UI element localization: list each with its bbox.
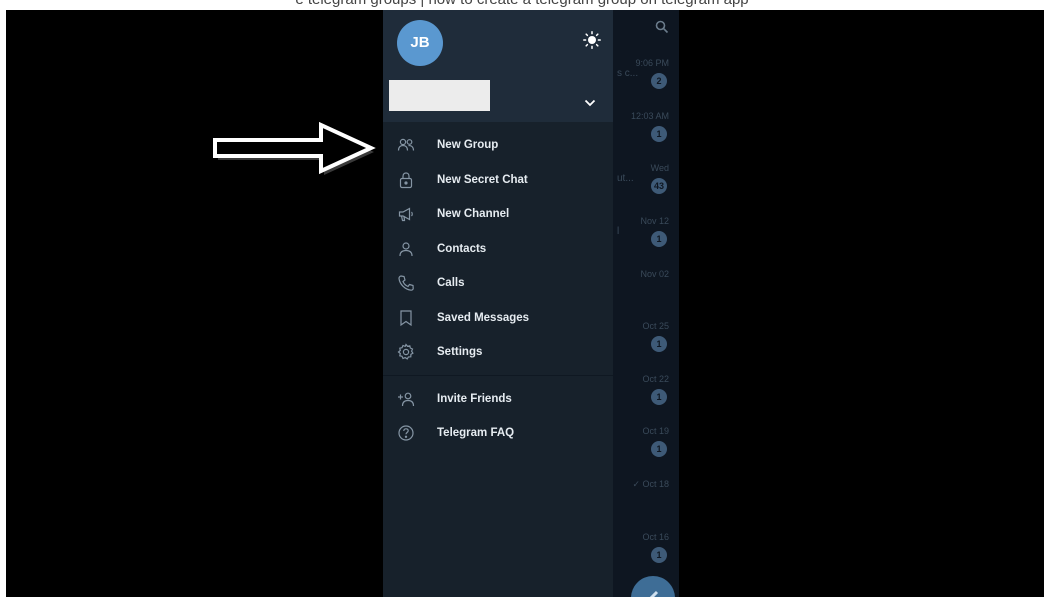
video-frame: 9:06 PM s c... 2 12:03 AM 1 Wed ut... 43… (6, 10, 1044, 597)
chat-time: Oct 25 (642, 321, 669, 331)
unread-badge: 1 (651, 547, 667, 563)
chat-row[interactable]: Oct 22 1 (613, 374, 679, 405)
redacted-account-name (389, 80, 490, 111)
chat-time: 9:06 PM (635, 58, 669, 68)
unread-badge: 2 (651, 73, 667, 89)
menu-item-telegram-faq[interactable]: Telegram FAQ (383, 416, 613, 451)
drawer-menu: New Group New Secret Chat New Channel Co… (383, 128, 613, 451)
menu-item-new-secret-chat[interactable]: New Secret Chat (383, 163, 613, 198)
unread-badge: 43 (651, 178, 667, 194)
menu-divider (383, 374, 613, 376)
unread-badge: 1 (651, 389, 667, 405)
chat-time: Nov 02 (640, 269, 669, 279)
person-icon (397, 240, 415, 258)
unread-badge: 1 (651, 441, 667, 457)
menu-item-new-channel[interactable]: New Channel (383, 197, 613, 232)
chat-row[interactable]: 12:03 AM 1 (613, 111, 679, 142)
unread-badge: 1 (651, 126, 667, 142)
chat-time: Oct 19 (642, 426, 669, 436)
menu-item-new-group[interactable]: New Group (383, 128, 613, 163)
menu-label: New Channel (437, 208, 510, 221)
chat-row[interactable]: Wed ut... 43 (613, 163, 679, 194)
menu-label: Settings (437, 346, 483, 359)
sun-icon[interactable] (583, 31, 601, 54)
megaphone-icon (397, 205, 415, 223)
menu-label: Contacts (437, 242, 487, 255)
menu-label: Telegram FAQ (437, 427, 515, 440)
chat-row[interactable]: Nov 02 (613, 269, 679, 299)
menu-label: Saved Messages (437, 311, 530, 324)
menu-item-contacts[interactable]: Contacts (383, 232, 613, 267)
menu-label: Invite Friends (437, 392, 512, 405)
group-icon (397, 136, 415, 154)
avatar[interactable]: JB (397, 20, 443, 66)
menu-item-calls[interactable]: Calls (383, 266, 613, 301)
chat-list: 9:06 PM s c... 2 12:03 AM 1 Wed ut... 43… (613, 10, 679, 597)
chat-row[interactable]: Oct 19 1 (613, 426, 679, 457)
chat-preview: ut... (617, 173, 634, 184)
chat-preview: l (617, 226, 620, 237)
chat-time: Nov 12 (640, 216, 669, 226)
chat-preview: s c... (617, 68, 639, 79)
menu-label: New Secret Chat (437, 173, 528, 186)
drawer-header: JB (383, 10, 613, 122)
bookmark-icon (397, 309, 415, 327)
chat-row[interactable]: Oct 25 1 (613, 321, 679, 352)
menu-item-invite-friends[interactable]: Invite Friends (383, 382, 613, 417)
question-icon (397, 424, 415, 442)
chat-time: Oct 22 (642, 374, 669, 384)
unread-badge: 1 (651, 231, 667, 247)
compose-button[interactable] (631, 576, 675, 597)
chat-time: Oct 16 (642, 532, 669, 542)
chat-row[interactable]: Nov 12 l 1 (613, 216, 679, 247)
navigation-drawer: JB New Group New Secret Chat New Channel… (383, 10, 613, 597)
add-person-icon (397, 390, 415, 408)
chat-time: 12:03 AM (630, 111, 669, 121)
unread-badge: 1 (651, 336, 667, 352)
phone-icon (397, 274, 415, 292)
menu-label: Calls (437, 277, 465, 290)
chat-time: Wed (650, 163, 669, 173)
chevron-down-icon[interactable] (584, 94, 596, 112)
chat-row[interactable]: 9:06 PM s c... 2 (613, 58, 679, 89)
menu-label: New Group (437, 139, 499, 152)
phone-screen: 9:06 PM s c... 2 12:03 AM 1 Wed ut... 43… (383, 10, 679, 597)
menu-item-settings[interactable]: Settings (383, 335, 613, 370)
chat-time: ✓ Oct 18 (632, 479, 669, 489)
lock-icon (397, 171, 415, 189)
pointer-arrow-icon (213, 121, 376, 175)
video-caption: e telegram groups | how to create a tele… (0, 0, 1044, 8)
gear-icon (397, 343, 415, 361)
video-caption-strip: e telegram groups | how to create a tele… (0, 0, 1044, 10)
pencil-icon (649, 590, 659, 597)
search-icon[interactable] (655, 20, 669, 39)
chat-row[interactable]: ✓ Oct 18 (613, 479, 679, 509)
chat-row[interactable]: Oct 16 1 (613, 532, 679, 563)
menu-item-saved-messages[interactable]: Saved Messages (383, 301, 613, 336)
